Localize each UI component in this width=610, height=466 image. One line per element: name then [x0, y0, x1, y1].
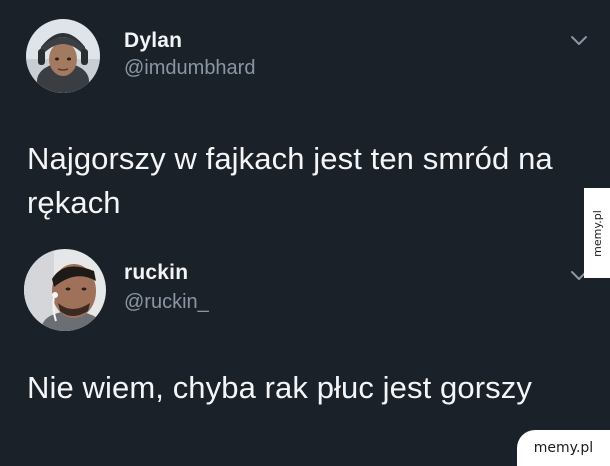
- avatar[interactable]: [24, 249, 106, 331]
- avatar[interactable]: [26, 19, 100, 93]
- tweet: ruckin @ruckin_ Nie wiem, chyba rak płuc…: [0, 240, 610, 466]
- side-watermark-label: memy.pl: [590, 209, 604, 257]
- tweet-text: Nie wiem, chyba rak płuc jest gorszy: [27, 370, 532, 405]
- handle[interactable]: @ruckin_: [124, 291, 209, 314]
- tweet: Dylan @imdumbhard Najgorszy w fajkach je…: [0, 0, 610, 240]
- tweet-text: Najgorszy w fajkach jest ten smród na rę…: [27, 141, 553, 220]
- handle[interactable]: @imdumbhard: [124, 57, 255, 80]
- chevron-down-icon[interactable]: [570, 33, 588, 47]
- display-name[interactable]: Dylan: [124, 29, 182, 53]
- side-watermark: memy.pl: [584, 188, 610, 278]
- avatar-image: [26, 19, 100, 93]
- display-name[interactable]: ruckin: [124, 261, 188, 285]
- avatar-image: [24, 249, 106, 331]
- corner-watermark-label: memy.pl: [533, 440, 594, 456]
- corner-watermark: memy.pl: [517, 430, 610, 466]
